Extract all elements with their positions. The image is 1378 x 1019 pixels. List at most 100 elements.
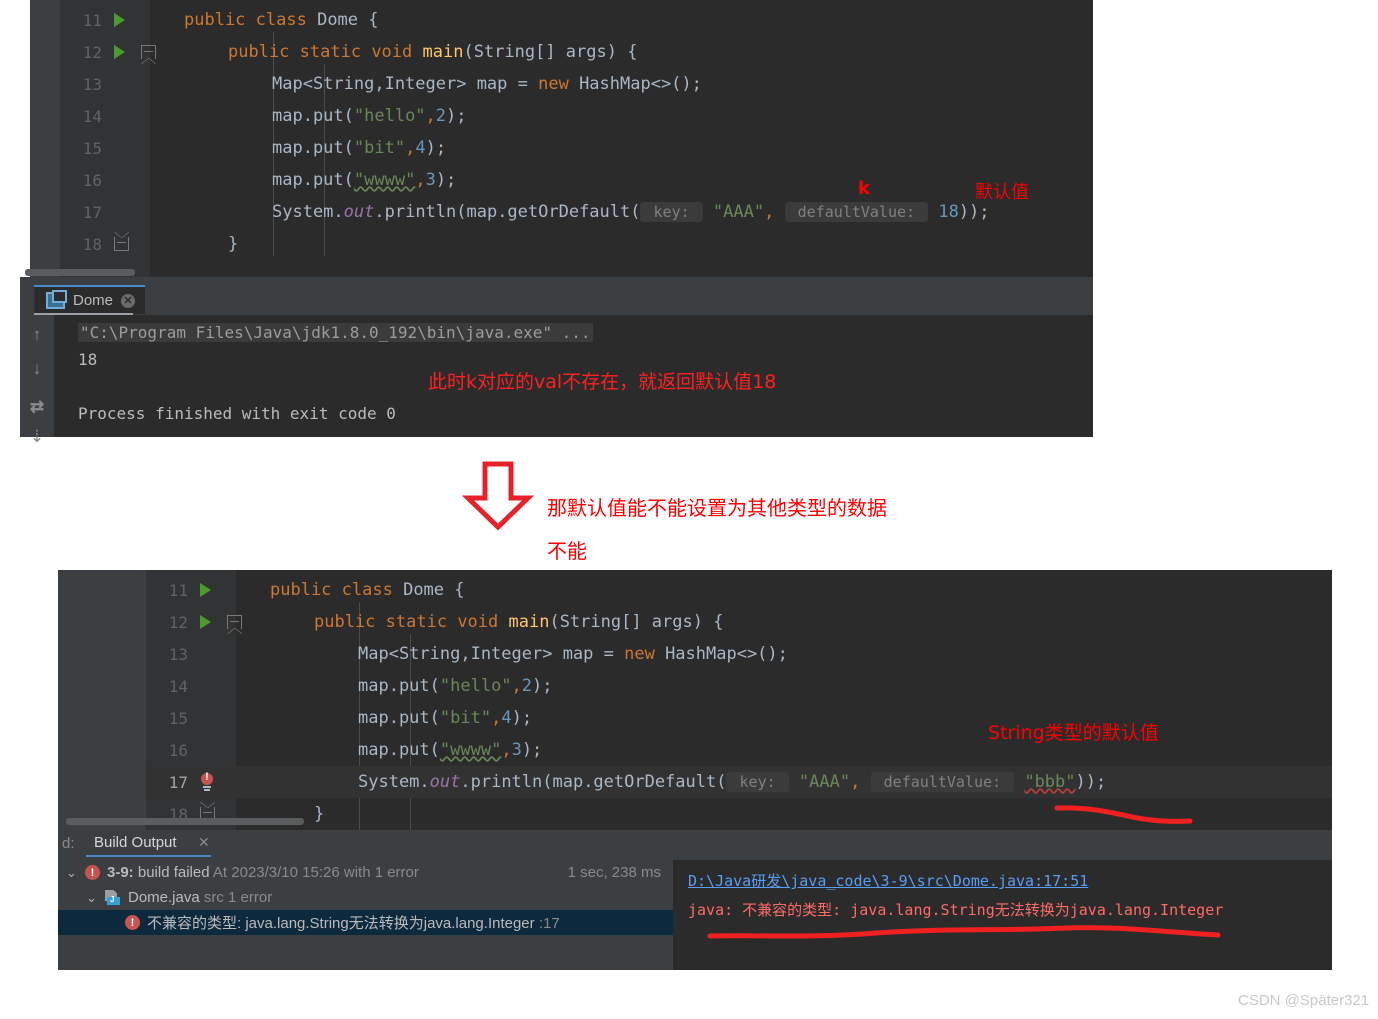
code-token: , <box>415 170 426 190</box>
code-line[interactable]: 12 public static void main(String[] args)… <box>146 606 1332 638</box>
down-arrow-icon <box>461 461 535 531</box>
build-output-tabstrip: d: Build Output ✕ <box>58 830 1332 858</box>
console-tab-dome[interactable]: Dome ✕ <box>34 285 146 314</box>
code-token: out <box>343 202 375 222</box>
tab-build-output[interactable]: Build Output <box>94 834 177 851</box>
code-line[interactable]: 16 map.put("wwww",3); <box>60 164 1093 196</box>
gutter-markers[interactable] <box>102 45 184 64</box>
console-toolbar-rail[interactable]: ↑ ↓ ⇄ ⇣ <box>20 315 54 446</box>
run-gutter-icon[interactable] <box>200 615 211 629</box>
code-token: main <box>422 42 464 62</box>
console-tab-bar: Dome ✕ <box>20 285 1093 315</box>
chevron-down-icon[interactable]: ⌄ <box>66 865 78 881</box>
build-output-row[interactable]: ⌄! 3-9: build failed At 2023/3/10 15:26 w… <box>58 860 673 885</box>
fold-region-end-icon[interactable] <box>114 232 129 251</box>
line-number: 14 <box>168 676 188 696</box>
code-text: } <box>270 798 324 830</box>
build-output-panel: d: Build Output ✕ ⌄! 3-9: build failed At… <box>58 830 1332 970</box>
code-text: map.put("bit",4); <box>184 132 446 164</box>
error-file-link[interactable]: D:\Java研发\java_code\3-9\src\Dome.java:17… <box>688 870 1088 891</box>
code-text: map.put("hello",2); <box>270 670 553 702</box>
line-number: 11 <box>168 580 188 600</box>
code-line[interactable]: 13 Map<String,Integer> map = new HashMap<… <box>146 638 1332 670</box>
code-token: } <box>228 234 239 254</box>
code-text: System.out.println(map.getOrDefault( key… <box>270 766 1106 798</box>
code-token: "bit" <box>353 138 406 158</box>
console-output-value: 18 <box>78 350 98 369</box>
code-token: static <box>299 42 372 62</box>
code-token: 4 <box>415 138 426 158</box>
code-token: void <box>371 42 423 62</box>
code-token: public <box>270 580 342 600</box>
code-token: "bbb" <box>1024 772 1076 792</box>
gutter-markers[interactable] <box>102 232 184 251</box>
run-gutter-icon[interactable] <box>114 13 125 27</box>
line-number: 12 <box>168 612 188 632</box>
code-line[interactable]: 17 System.out.println(map.getOrDefault( k… <box>60 196 1093 228</box>
code-line[interactable]: 11 public class Dome { <box>60 4 1093 36</box>
scroll-up-icon[interactable]: ↑ <box>20 325 54 345</box>
error-bulb-icon[interactable] <box>200 771 214 791</box>
code-token: new <box>538 74 580 94</box>
code-line[interactable]: 13 Map<String,Integer> map = new HashMap<… <box>60 68 1093 100</box>
code-token: Dome <box>403 580 455 600</box>
gutter-markers[interactable] <box>188 771 270 791</box>
top-code-editor[interactable]: 11 public class Dome { 12 public static voi… <box>30 0 1093 277</box>
code-text: Map<String,Integer> map = new HashMap<>(… <box>270 638 788 670</box>
code-token: map.put( <box>358 740 440 760</box>
code-line[interactable]: 17 System.out.println(map.getOrDefault( k… <box>146 766 1332 798</box>
close-icon[interactable]: ✕ <box>198 834 210 851</box>
bottom-code-editor[interactable]: 11 public class Dome {12 public static voi… <box>58 570 1332 830</box>
code-line[interactable]: 14 map.put("hello",2); <box>60 100 1093 132</box>
fold-region-start-icon[interactable] <box>141 45 156 64</box>
code-line[interactable]: 15 map.put("bit",4); <box>60 132 1093 164</box>
code-line[interactable]: 14 map.put("hello",2); <box>146 670 1332 702</box>
scroll-end-icon[interactable]: ⇣ <box>20 427 54 447</box>
code-line[interactable]: 11 public class Dome { <box>146 574 1332 606</box>
code-token: void <box>457 612 509 632</box>
build-output-row[interactable]: ! 不兼容的类型: java.lang.String无法转换为java.lang.… <box>58 910 673 935</box>
annotation-default-label: 默认值 <box>975 182 1029 203</box>
code-token: HashMap<>(); <box>665 644 788 664</box>
console-command-text: "C:\Program Files\Java\jdk1.8.0_192\bin\… <box>78 323 593 342</box>
parameter-hint: defaultValue: <box>870 772 1015 792</box>
scroll-down-icon[interactable]: ↓ <box>20 359 54 379</box>
annotation-string-default: String类型的默认值 <box>988 722 1159 744</box>
code-token: (String[] args) { <box>463 42 638 62</box>
code-line[interactable]: 18} <box>60 228 1093 260</box>
chevron-down-icon[interactable]: ⌄ <box>86 890 98 906</box>
build-error-detail-pane[interactable]: D:\Java研发\java_code\3-9\src\Dome.java:17… <box>676 860 1332 970</box>
run-gutter-icon[interactable] <box>200 583 211 597</box>
line-number: 17 <box>168 772 188 792</box>
code-token: public <box>228 42 300 62</box>
code-token: , <box>405 138 416 158</box>
code-token: class <box>255 10 318 30</box>
line-number: 16 <box>82 170 102 190</box>
code-token: out <box>429 772 461 792</box>
bottom-editor-hscrollbar[interactable] <box>66 818 304 825</box>
gutter-markers[interactable] <box>102 13 184 27</box>
soft-wrap-icon[interactable]: ⇄ <box>20 397 54 417</box>
gutter-markers[interactable] <box>188 583 270 597</box>
top-editor-lines: 11 public class Dome { 12 public static voi… <box>60 4 1093 260</box>
code-line[interactable]: 12 public static void main(String[] args)… <box>60 36 1093 68</box>
console-output[interactable]: "C:\Program Files\Java\jdk1.8.0_192\bin\… <box>54 315 1093 437</box>
run-console-panel: Dome ✕ ↑ ↓ ⇄ ⇣ "C:\Program Files\Java\jd… <box>20 269 1093 446</box>
code-token: map.put( <box>358 708 440 728</box>
build-output-tree[interactable]: ⌄! 3-9: build failed At 2023/3/10 15:26 w… <box>58 860 673 970</box>
code-token: ); <box>435 170 457 190</box>
build-output-row[interactable]: ⌄ Dome.java src 1 error <box>58 885 673 910</box>
annotation-console: 此时k对应的val不存在，就返回默认值18 <box>428 371 777 393</box>
close-icon[interactable]: ✕ <box>121 293 136 308</box>
run-gutter-icon[interactable] <box>114 45 125 59</box>
code-text: map.put("wwww",3); <box>184 164 456 196</box>
line-number: 12 <box>82 42 102 62</box>
gutter-markers[interactable] <box>188 615 270 634</box>
build-output-row-label: Dome.java src 1 error <box>128 889 272 906</box>
editor-horizontal-scrollbar[interactable] <box>25 269 135 276</box>
code-token: map.put( <box>272 170 354 190</box>
code-token: System. <box>272 202 344 222</box>
fold-region-start-icon[interactable] <box>227 615 242 634</box>
code-text: public static void main(String[] args) { <box>184 36 637 68</box>
